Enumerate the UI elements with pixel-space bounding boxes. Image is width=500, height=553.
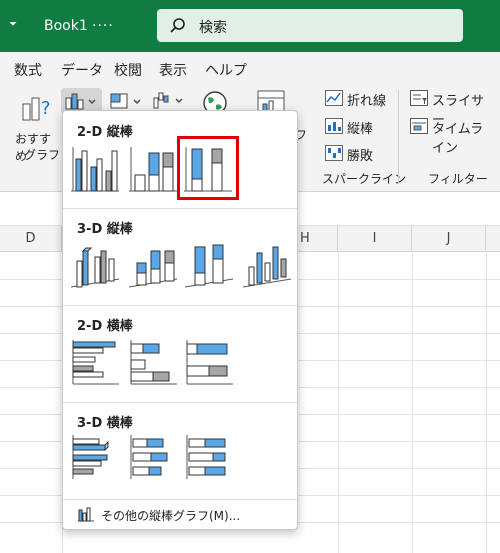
section-title-2d-column: 2-D 縦棒	[77, 125, 133, 140]
quick-access-dropdown-icon[interactable]: ⏷	[9, 19, 17, 30]
3d-clustered-bar-option[interactable]	[69, 431, 121, 485]
3d-stacked-bar-icon	[130, 435, 168, 479]
ribbon-tabs: 数式 データ 校閲 表示 ヘルプ	[0, 52, 500, 84]
stacked-column-option[interactable]	[127, 141, 179, 195]
timeline-label: タイムライン	[432, 122, 484, 156]
3d-column-option[interactable]	[241, 237, 293, 291]
3d-clustered-column-option[interactable]	[69, 237, 121, 291]
column-chart-icon	[65, 93, 96, 110]
3d-stacked-column-option[interactable]	[127, 237, 179, 291]
3d-clustered-column-icon	[70, 247, 120, 288]
sparkline-column-icon	[325, 118, 343, 134]
column-line	[338, 252, 339, 553]
tab-view[interactable]: 表示	[159, 60, 187, 80]
stacked-bar-option[interactable]	[127, 336, 179, 390]
sparkline-winloss-icon	[325, 145, 343, 161]
tab-help[interactable]: ヘルプ	[205, 60, 247, 80]
clustered-column-option[interactable]	[69, 141, 121, 195]
title-bar: ⏷ Book1 ···· 検索	[0, 0, 500, 52]
slicer-icon	[410, 90, 428, 106]
column-line	[486, 252, 487, 553]
workbook-title[interactable]: Book1	[44, 18, 88, 34]
column-line	[412, 252, 413, 553]
column-header-j[interactable]: J	[412, 226, 486, 252]
3d-stacked-column-icon	[128, 250, 178, 288]
sparkline-column-button[interactable]: 縦棒	[325, 117, 387, 137]
100-stacked-column-option[interactable]	[177, 136, 239, 200]
sparkline-group-label: スパークライン	[322, 172, 407, 186]
more-column-charts-label: その他の縦棒グラフ(M)...	[101, 509, 241, 523]
section-divider	[63, 402, 297, 403]
sparkline-line-icon	[325, 90, 343, 106]
column-header-i[interactable]: I	[338, 226, 412, 252]
timeline-icon	[410, 118, 428, 134]
100-stacked-bar-icon	[186, 340, 233, 385]
column-header-h[interactable]: H	[298, 226, 338, 252]
sparkline-line-button[interactable]: 折れ線	[325, 89, 387, 109]
section-title-3d-column: 3-D 縦棒	[77, 222, 133, 237]
slicer-button[interactable]: スライサー	[410, 89, 496, 128]
3d-clustered-bar-icon	[72, 435, 109, 479]
100-stacked-column-icon	[184, 147, 232, 192]
tab-formulas[interactable]: 数式	[14, 60, 42, 80]
3d-column-icon	[242, 246, 292, 288]
svg-text:?: ?	[41, 98, 51, 119]
3d-100-stacked-bar-icon	[186, 435, 226, 479]
clustered-column-icon	[71, 147, 119, 192]
sparkline-line-label: 折れ線	[347, 94, 387, 109]
sparkline-winloss-button[interactable]: 勝敗	[325, 144, 387, 164]
clustered-bar-option[interactable]	[69, 336, 121, 390]
section-title-2d-bar: 2-D 横棒	[77, 319, 133, 334]
timeline-button[interactable]: タイムライン	[410, 117, 496, 156]
section-title-3d-bar: 3-D 横棒	[77, 416, 133, 431]
3d-100-stacked-column-option[interactable]	[183, 237, 235, 291]
recommended-label-2: グラフ	[24, 148, 61, 162]
sparkline-column-label: 縦棒	[347, 122, 374, 137]
more-column-charts-button[interactable]: その他の縦棒グラフ(M)...	[63, 500, 297, 530]
section-divider	[63, 305, 297, 306]
waterfall-chart-icon	[153, 92, 183, 109]
more-charts-icon	[78, 507, 94, 522]
3d-stacked-bar-option[interactable]	[127, 431, 179, 485]
tab-review[interactable]: 校閲	[114, 60, 142, 80]
search-icon	[170, 18, 185, 33]
3d-100-stacked-bar-option[interactable]	[183, 431, 235, 485]
ribbon-divider	[398, 90, 399, 184]
column-header-k[interactable]	[486, 226, 500, 252]
stacked-column-icon	[129, 147, 177, 192]
search-label: 検索	[199, 20, 227, 36]
3d-100-stacked-column-icon	[184, 244, 234, 288]
recommended-charts-button[interactable]: ? おすすめ グラフ	[10, 88, 60, 168]
column-header-d[interactable]: D	[0, 226, 62, 252]
hierarchy-chart-icon	[110, 93, 141, 109]
title-overflow-dots: ····	[92, 18, 114, 34]
tab-data[interactable]: データ	[61, 60, 103, 80]
stacked-bar-icon	[130, 340, 177, 385]
section-divider	[63, 208, 297, 209]
filter-group-label: フィルター	[428, 172, 488, 186]
sparkline-winloss-label: 勝敗	[347, 149, 374, 164]
clustered-bar-icon	[72, 340, 119, 385]
search-box[interactable]: 検索	[157, 9, 463, 42]
column-chart-gallery: 2-D 縦棒 3-D 縦棒 2-D 横棒 3-D 横棒 その他の縦棒グラフ(M)…	[62, 110, 298, 530]
100-stacked-bar-option[interactable]	[183, 336, 235, 390]
recommended-chart-icon: ?	[22, 97, 51, 121]
